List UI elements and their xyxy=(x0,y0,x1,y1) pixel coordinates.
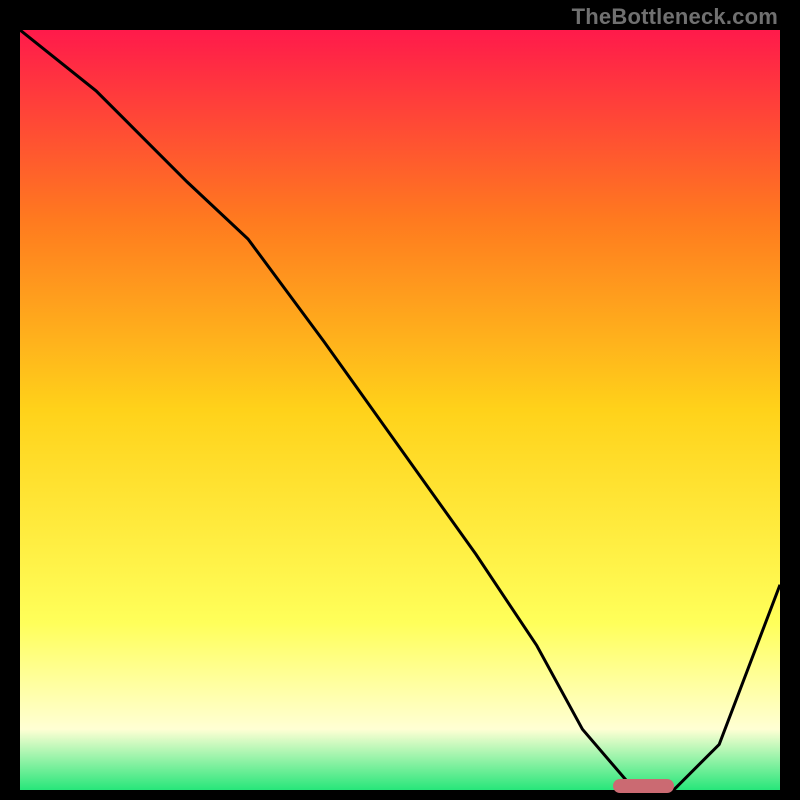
chart-frame xyxy=(20,30,780,790)
background-gradient xyxy=(20,30,780,790)
watermark-text: TheBottleneck.com xyxy=(572,4,778,30)
optimal-marker xyxy=(613,779,674,793)
